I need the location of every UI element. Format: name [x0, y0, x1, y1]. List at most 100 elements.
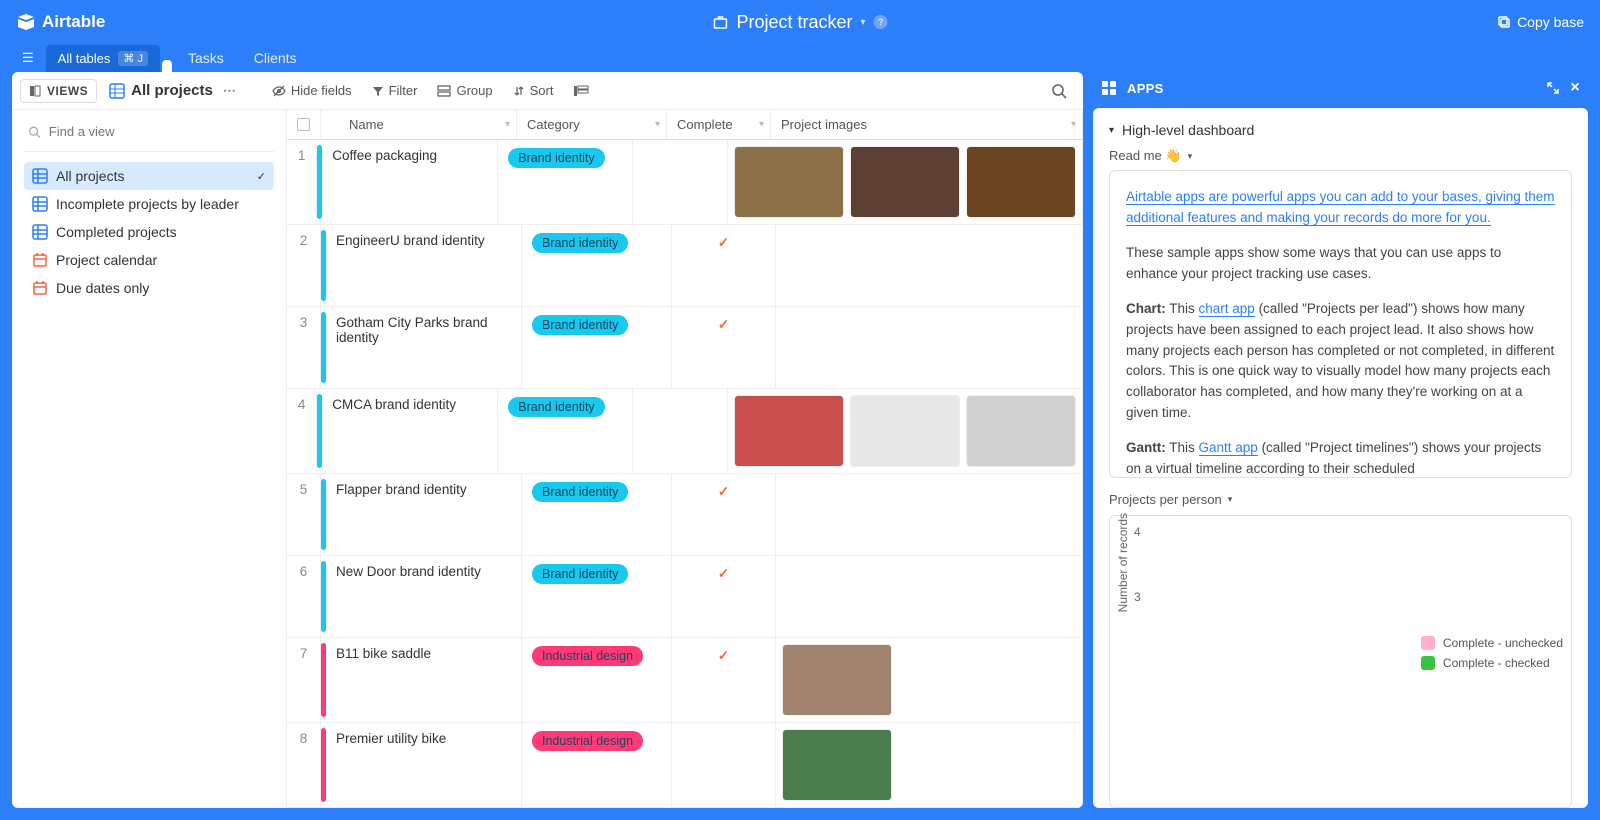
image-thumbnail[interactable] — [782, 729, 892, 801]
views-toggle-button[interactable]: VIEWS — [20, 79, 97, 103]
cell-category[interactable]: Brand identity — [498, 389, 633, 473]
cell-name[interactable]: Flapper brand identity — [326, 474, 522, 555]
check-icon: ✓ — [718, 317, 729, 333]
cell-category[interactable]: Brand identity — [498, 140, 633, 224]
image-thumbnail[interactable] — [850, 395, 960, 467]
more-icon[interactable]: ⋯ — [223, 83, 236, 99]
cell-complete[interactable] — [633, 140, 728, 224]
tab-current-table[interactable] — [162, 60, 172, 72]
table-row[interactable]: 6New Door brand identityBrand identity✓ — [287, 556, 1083, 638]
apps-pane: APPS × ▾ High-level dashboard Read me 👋 … — [1093, 72, 1588, 808]
cell-images[interactable] — [776, 225, 1083, 306]
cell-name[interactable]: CMCA brand identity — [322, 389, 498, 473]
chevron-down-icon[interactable]: ▾ — [505, 119, 510, 130]
calendar-icon — [32, 252, 48, 268]
hide-fields-button[interactable]: Hide fields — [264, 78, 360, 103]
row-number: 2 — [287, 225, 321, 306]
cell-complete[interactable]: ✓ — [672, 638, 776, 722]
chart-app-content[interactable]: Number of records Complete - unchecked C… — [1109, 515, 1572, 808]
image-thumbnail[interactable] — [782, 644, 892, 716]
image-thumbnail[interactable] — [850, 146, 960, 218]
cell-name[interactable]: Coffee packaging — [322, 140, 498, 224]
cell-images[interactable] — [776, 723, 1083, 807]
tab-all-tables[interactable]: All tables ⌘ J — [46, 45, 160, 72]
cell-name[interactable]: Gotham City Parks brand identity — [326, 307, 522, 388]
cell-complete[interactable]: ✓ — [672, 307, 776, 388]
table-row[interactable]: 2EngineerU brand identityBrand identity✓ — [287, 225, 1083, 307]
cell-category[interactable]: Brand identity — [522, 225, 672, 306]
search-button[interactable] — [1043, 78, 1075, 104]
cell-images[interactable] — [776, 474, 1083, 555]
cell-complete[interactable]: ✓ — [672, 225, 776, 306]
table-row[interactable]: 7B11 bike saddleIndustrial design✓ — [287, 638, 1083, 723]
tab-tasks[interactable]: Tasks — [174, 44, 238, 72]
cell-name[interactable]: Premier utility bike — [326, 723, 522, 807]
select-all-checkbox[interactable] — [287, 110, 321, 139]
readme-app-content[interactable]: Airtable apps are powerful apps you can … — [1109, 170, 1572, 478]
table-row[interactable]: 5Flapper brand identityBrand identity✓ — [287, 474, 1083, 556]
sort-button[interactable]: Sort — [505, 78, 562, 103]
cell-name[interactable]: New Door brand identity — [326, 556, 522, 637]
column-header-images[interactable]: Project images▾ — [771, 110, 1083, 139]
cell-name[interactable]: EngineerU brand identity — [326, 225, 522, 306]
cell-category[interactable]: Brand identity — [522, 556, 672, 637]
row-number: 8 — [287, 723, 321, 807]
filter-button[interactable]: Filter — [364, 78, 426, 103]
close-icon[interactable]: × — [1570, 79, 1580, 97]
table-row[interactable]: 1Coffee packagingBrand identity — [287, 140, 1083, 225]
cell-category[interactable]: Brand identity — [522, 307, 672, 388]
copy-base-button[interactable]: Copy base — [1497, 14, 1584, 30]
tab-clients[interactable]: Clients — [240, 44, 311, 72]
cell-category[interactable]: Brand identity — [522, 474, 672, 555]
expand-icon[interactable] — [1546, 81, 1560, 95]
view-label: All projects — [56, 168, 124, 184]
table-row[interactable]: 8Premier utility bikeIndustrial design — [287, 723, 1083, 808]
find-view-input[interactable] — [49, 124, 270, 139]
cell-images[interactable] — [776, 556, 1083, 637]
image-thumbnail[interactable] — [734, 395, 844, 467]
cell-category[interactable]: Industrial design — [522, 638, 672, 722]
current-view-name[interactable]: All projects ⋯ — [101, 78, 244, 103]
cell-complete[interactable]: ✓ — [672, 474, 776, 555]
view-item[interactable]: Project calendar — [24, 246, 274, 274]
group-button[interactable]: Group — [429, 78, 500, 103]
apps-header-label: APPS — [1127, 81, 1164, 96]
column-header-name[interactable]: Name▾ — [321, 110, 517, 139]
table-row[interactable]: 3Gotham City Parks brand identityBrand i… — [287, 307, 1083, 389]
color-button[interactable] — [565, 79, 597, 103]
find-view-search[interactable] — [24, 118, 274, 152]
table-tabs-bar: ☰ All tables ⌘ J Tasks Clients — [0, 44, 1600, 72]
view-item[interactable]: Incomplete projects by leader — [24, 190, 274, 218]
column-header-complete[interactable]: Complete▾ — [667, 110, 771, 139]
cell-name[interactable]: B11 bike saddle — [326, 638, 522, 722]
view-item[interactable]: Due dates only — [24, 274, 274, 302]
menu-icon[interactable]: ☰ — [12, 44, 44, 72]
search-icon — [1051, 83, 1067, 99]
cell-complete[interactable] — [672, 723, 776, 807]
chevron-down-icon[interactable]: ▾ — [655, 119, 660, 130]
cell-images[interactable] — [776, 307, 1083, 388]
dashboard-selector[interactable]: ▾ High-level dashboard — [1093, 118, 1588, 148]
chevron-down-icon[interactable]: ▾ — [1071, 119, 1076, 130]
column-header-category[interactable]: Category▾ — [517, 110, 667, 139]
records-grid[interactable]: Name▾ Category▾ Complete▾ Project images… — [287, 110, 1083, 808]
cell-complete[interactable]: ✓ — [672, 556, 776, 637]
view-item[interactable]: Completed projects — [24, 218, 274, 246]
image-thumbnail[interactable] — [966, 146, 1076, 218]
cell-complete[interactable] — [633, 389, 728, 473]
image-thumbnail[interactable] — [966, 395, 1076, 467]
filter-icon — [372, 85, 384, 97]
chart-app-header[interactable]: Projects per person ▾ — [1093, 492, 1588, 515]
table-row[interactable]: 4CMCA brand identityBrand identity — [287, 389, 1083, 474]
chevron-down-icon[interactable]: ▾ — [759, 119, 764, 130]
cell-category[interactable]: Industrial design — [522, 723, 672, 807]
base-title-area[interactable]: Project tracker ▾ ? — [712, 12, 887, 33]
cell-images[interactable] — [776, 638, 1083, 722]
cell-images[interactable] — [728, 389, 1083, 473]
brand-logo[interactable]: Airtable — [16, 12, 105, 32]
cell-images[interactable] — [728, 140, 1083, 224]
readme-app-header[interactable]: Read me 👋 ▾ — [1093, 148, 1588, 170]
info-icon[interactable]: ? — [874, 15, 888, 29]
image-thumbnail[interactable] — [734, 146, 844, 218]
view-item[interactable]: All projects✓ — [24, 162, 274, 190]
